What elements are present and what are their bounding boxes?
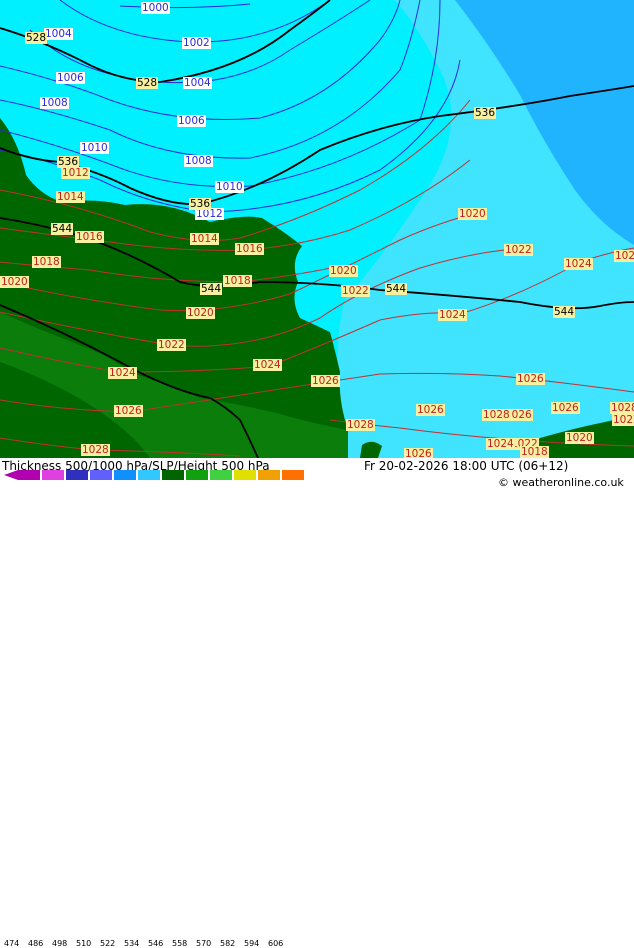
height-label: 536 (474, 107, 496, 119)
map-footer: Thickness 500/1000 hPa/SLP/Height 500 hP… (0, 458, 634, 490)
scale-color-box (114, 470, 136, 480)
weather-map: 1000 1002 1004 1004 1006 1006 1008 1008 … (0, 0, 634, 458)
map-canvas (0, 0, 634, 458)
scale-value-label: 534 (124, 939, 139, 948)
scale-value-label: 474 (4, 939, 19, 948)
height-label: 544 (200, 283, 222, 295)
slp-label: 1026 (311, 375, 340, 387)
scale-color-box (162, 470, 184, 480)
scale-color-box (186, 470, 208, 480)
scale-value-label: 498 (52, 939, 67, 948)
scale-color-box (18, 470, 40, 480)
scale-value-label: 486 (28, 939, 43, 948)
slp-label: 1014 (190, 233, 219, 245)
slp-label: 1028 (610, 402, 634, 414)
slp-label: 1006 (177, 115, 206, 127)
slp-label: 1024 (486, 438, 515, 450)
slp-label: 1004 (183, 77, 212, 89)
thickness-color-scale (0, 469, 320, 481)
scale-value-label: 546 (148, 939, 163, 948)
valid-time: Fr 20-02-2026 18:00 UTC (06+12) (364, 459, 568, 473)
height-label: 544 (51, 223, 73, 235)
scale-color-box (282, 470, 304, 480)
height-label: 536 (57, 156, 79, 168)
slp-label: 1028 (346, 419, 375, 431)
slp-label: 1022 (157, 339, 186, 351)
slp-label: 1016 (235, 243, 264, 255)
scale-color-box (90, 470, 112, 480)
scale-value-label: 594 (244, 939, 259, 948)
slp-label: 1002 (182, 37, 211, 49)
height-label: 528 (136, 77, 158, 89)
scale-color-box (66, 470, 88, 480)
slp-label: 1010 (80, 142, 109, 154)
height-label: 536 (189, 198, 211, 210)
slp-label: 1020 (458, 208, 487, 220)
slp-label: 1026 (516, 373, 545, 385)
scale-color-box (210, 470, 232, 480)
slp-label: 1018 (32, 256, 61, 268)
slp-label: 1026 (551, 402, 580, 414)
slp-label: 1000 (141, 2, 170, 14)
slp-label: 1018 (223, 275, 252, 287)
scale-color-box (138, 470, 160, 480)
slp-label: 1020 (565, 432, 594, 444)
slp-label: 1012 (61, 167, 90, 179)
slp-label: 1028 (81, 444, 110, 456)
coast-island-sw (360, 442, 382, 458)
height-label: 544 (385, 283, 407, 295)
slp-label: 1004 (44, 28, 73, 40)
slp-label: 1022 (612, 414, 634, 426)
slp-label: 1014 (56, 191, 85, 203)
slp-label: 1022 (504, 244, 533, 256)
slp-label: 1008 (40, 97, 69, 109)
slp-label: 1026 (404, 448, 433, 458)
scale-color-box (42, 470, 64, 480)
slp-label: 1016 (75, 231, 104, 243)
scale-value-label: 510 (76, 939, 91, 948)
scale-value-label: 522 (100, 939, 115, 948)
height-label: 528 (25, 32, 47, 44)
slp-label: 1020 (186, 307, 215, 319)
scale-value-label: 606 (268, 939, 283, 948)
slp-label: 1020 (0, 276, 29, 288)
slp-label: 1024 (564, 258, 593, 270)
slp-label: 1020 (329, 265, 358, 277)
scale-value-label: 582 (220, 939, 235, 948)
scale-value-label: 570 (196, 939, 211, 948)
slp-label: 1026 (114, 405, 143, 417)
slp-label: 1024 (438, 309, 467, 321)
slp-label: 1018 (520, 446, 549, 458)
scale-color-box (234, 470, 256, 480)
scale-arrow-left (4, 470, 18, 480)
slp-label: 1026 (416, 404, 445, 416)
slp-label: 1008 (184, 155, 213, 167)
slp-label: 1024 (108, 367, 137, 379)
copyright-notice: © weatheronline.co.uk (498, 476, 624, 489)
slp-label: 1010 (215, 181, 244, 193)
slp-label: 1024 (253, 359, 282, 371)
slp-label: 1022 (341, 285, 370, 297)
slp-label: 1006 (56, 72, 85, 84)
slp-label: 102 (614, 250, 634, 262)
height-label: 544 (553, 306, 575, 318)
scale-color-box (258, 470, 280, 480)
slp-label: 1028 (482, 409, 511, 421)
scale-value-label: 558 (172, 939, 187, 948)
